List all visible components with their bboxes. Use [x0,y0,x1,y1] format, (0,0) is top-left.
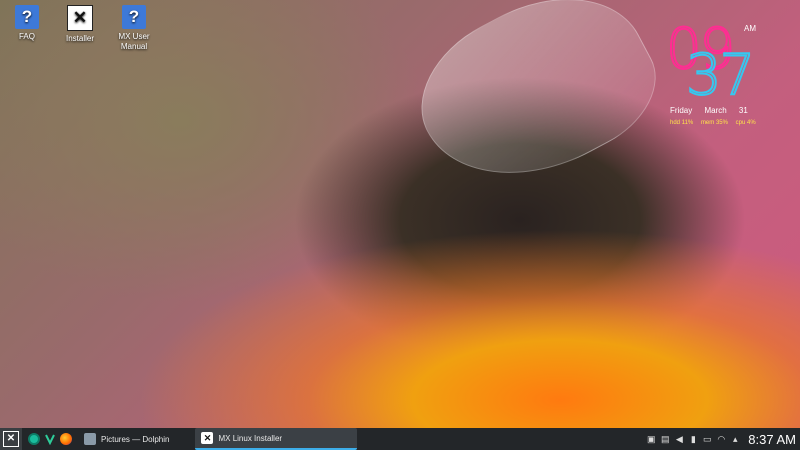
package-installer-icon [45,434,55,445]
desktop-icon-label: Installer [65,34,94,43]
system-tray: ▣ ▤ ◀ ▮ ▭ ◠ ▴ 8:37 AM [644,428,800,450]
clock-minutes: 37 [685,43,756,108]
system-stats: hdd 11% mem 35% cpu 4% [670,120,800,126]
taskbar: ✕ Pictures — Dolphin ✕ MX Linux Installe… [0,428,800,450]
launcher-firefox[interactable] [58,428,74,450]
desktop-icon-label: FAQ [18,32,35,41]
expand-tray-icon[interactable]: ▴ [729,434,741,445]
clock-day: Friday [670,106,693,115]
stat-mem: mem 35% [700,120,728,126]
wifi-icon[interactable]: ◠ [715,434,727,445]
clock-widget: 09 37 AM Friday March 31 hdd 11% mem 35%… [664,18,796,128]
desktop-icon-faq[interactable]: ? FAQ [0,5,54,42]
launcher-settings[interactable] [26,428,42,450]
desktop-icon-label: MX User Manual [118,32,150,51]
stat-cpu: cpu 4% [735,120,756,126]
mx-installer-icon: ✕ [201,432,214,444]
launcher-package-installer[interactable] [42,428,58,450]
firefox-icon [60,433,72,445]
notes-icon[interactable]: ▣ [645,434,657,445]
task-mx-installer[interactable]: ✕ MX Linux Installer [195,428,358,450]
taskbar-clock[interactable]: 8:37 AM [748,432,796,447]
mx-logo-icon: ✕ [3,431,19,447]
task-dolphin[interactable]: Pictures — Dolphin [78,429,175,449]
clipboard-icon[interactable]: ▤ [659,434,671,445]
start-menu-button[interactable]: ✕ [0,428,22,450]
desktop-icon-installer[interactable]: ✕ Installer [53,5,107,44]
wallpaper-bee-wing [395,0,677,215]
task-label: MX Linux Installer [218,433,283,443]
stat-hdd: hdd 11% [670,120,694,126]
help-icon: ? [122,5,146,29]
mx-logo-glyph: ✕ [72,8,88,27]
dolphin-icon [84,433,96,445]
task-label: Pictures — Dolphin [101,434,170,444]
help-icon: ? [15,5,39,29]
mx-installer-icon: ✕ [67,5,93,31]
settings-icon [28,433,40,445]
desktop-icon-mx-user-manual[interactable]: ? MX User Manual [106,5,162,52]
desktop-wallpaper: ? FAQ ✕ Installer ? MX User Manual 09 37… [0,0,800,428]
clock-date: March 31 [704,106,748,115]
volume-icon[interactable]: ◀ [673,434,685,445]
battery-icon[interactable]: ▮ [687,434,699,445]
display-icon[interactable]: ▭ [701,434,713,445]
clock-ampm: AM [744,24,756,33]
clock-date-line: Friday March 31 [670,106,790,115]
